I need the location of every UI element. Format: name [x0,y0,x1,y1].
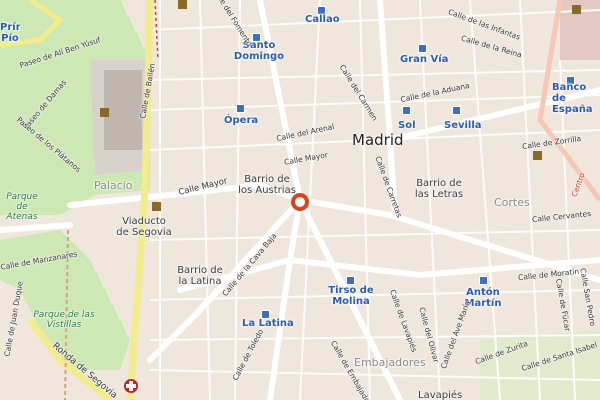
metro-label-sevilla[interactable]: Sevilla [444,120,482,131]
metro-icon [236,104,245,113]
district-letras: Barrio de las Letras [414,178,464,200]
district-embajadores: Embajadores [354,356,426,369]
map-canvas[interactable]: Madrid Santo Domingo Callao Gran Vía Ópe… [0,0,600,400]
metro-label-sol[interactable]: Sol [398,120,416,131]
hospital-icon [124,379,138,393]
place-viaducto: Viaducto de Segovia [116,216,172,238]
metro-label-la-latina[interactable]: La Latina [242,318,294,329]
park-vistillas: Parque de las Vistillas [33,310,95,330]
metro-icon [479,276,488,285]
palace-building [104,70,142,150]
metro-label-santo-domingo[interactable]: Santo Domingo [232,40,286,62]
city-label: Madrid [352,131,404,149]
park-atenas: Parque de Atenas [6,192,38,222]
monument-icon [533,151,542,160]
metro-icon [346,276,355,285]
monument-icon [178,0,187,9]
metro-label-callao[interactable]: Callao [305,14,340,25]
metro-label-banco-espana[interactable]: Banco de España [552,82,600,115]
metro-label-principe-pio[interactable]: Príncipe Pío [0,22,20,44]
monument-icon [152,202,161,211]
district-austrias: Barrio de los Austrias [238,174,296,196]
monument-icon [100,108,109,117]
metro-label-gran-via[interactable]: Gran Vía [400,54,448,65]
district-cortes: Cortes [494,196,530,209]
metro-icon [452,106,461,115]
monument-icon [572,5,581,14]
metro-label-tirso-molina[interactable]: Tirso de Molina [328,285,374,307]
metro-icon [402,106,411,115]
district-lavapies: Lavapiés [418,390,463,400]
district-latina: Barrio de la Latina [177,265,223,287]
metro-icon [418,44,427,53]
district-palacio: Palacio [94,179,133,192]
metro-label-opera[interactable]: Ópera [224,115,258,126]
